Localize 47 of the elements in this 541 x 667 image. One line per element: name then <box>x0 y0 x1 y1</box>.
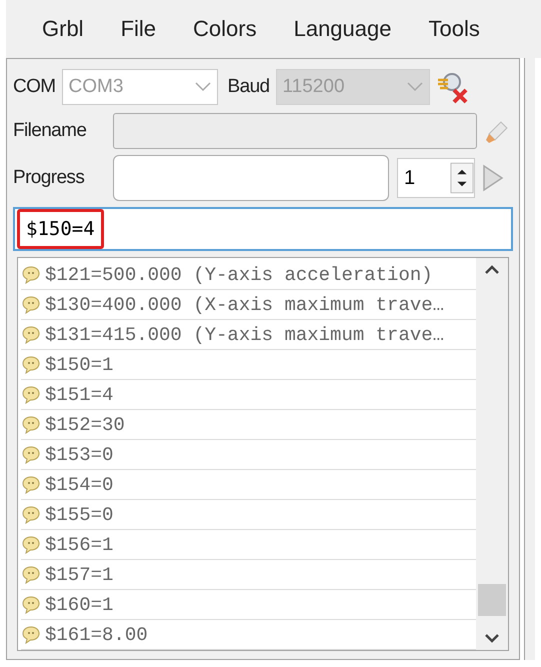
scrollbar-thumb[interactable] <box>478 584 506 616</box>
speech-bubble-icon <box>21 324 41 344</box>
console-line[interactable]: $121=500.000 (Y-axis acceleration) <box>45 264 433 286</box>
speech-bubble-icon <box>21 294 41 314</box>
speech-bubble-icon <box>21 594 41 614</box>
menu-item[interactable]: Language <box>276 16 410 42</box>
command-field[interactable]: $150=4 <box>13 207 513 251</box>
baud-label: Baud <box>228 76 270 98</box>
console-line[interactable]: $153=0 <box>45 444 114 466</box>
console-line[interactable]: $150=1 <box>45 354 114 376</box>
console-line[interactable]: $155=0 <box>45 504 114 526</box>
repeat-spinner[interactable]: 1 <box>397 158 475 198</box>
dropdown-caret-icon[interactable] <box>194 82 211 92</box>
speech-bubble-icon <box>21 564 41 584</box>
scroll-down-icon[interactable] <box>484 634 500 644</box>
console-line[interactable]: $151=4 <box>45 384 114 406</box>
speech-bubble-icon <box>21 534 41 554</box>
filename-label: Filename <box>13 120 88 142</box>
spinner-arrows-icon[interactable] <box>450 161 474 195</box>
console-line[interactable]: $154=0 <box>45 474 114 496</box>
console-line[interactable]: $161=8.00 <box>45 624 148 646</box>
disconnect-icon[interactable] <box>436 70 470 104</box>
menu-item[interactable]: File <box>102 16 176 42</box>
console-line[interactable]: $152=30 <box>45 414 125 436</box>
speech-bubble-icon <box>21 384 41 404</box>
speech-bubble-icon <box>21 444 41 464</box>
console-line[interactable]: $130=400.000 (X-axis maximum trave… <box>45 294 444 316</box>
speech-bubble-icon <box>21 504 41 524</box>
speech-bubble-icon <box>21 354 41 374</box>
menu-item[interactable]: Colors <box>175 16 276 42</box>
com-label: COM <box>13 76 56 98</box>
speech-bubble-icon <box>21 264 41 284</box>
progress-label: Progress <box>13 167 86 189</box>
console-line[interactable]: $131=415.000 (Y-axis maximum trave… <box>45 324 444 346</box>
filename-field[interactable] <box>112 113 478 149</box>
console-line[interactable]: $156=1 <box>45 534 114 556</box>
scrollbar[interactable] <box>476 258 508 650</box>
speech-bubble-icon <box>21 414 41 434</box>
scroll-up-icon[interactable] <box>484 264 500 274</box>
play-icon[interactable] <box>481 163 505 193</box>
speech-bubble-icon <box>21 474 41 494</box>
menu-item[interactable]: Tools <box>410 16 499 42</box>
console-line[interactable]: $157=1 <box>45 564 114 586</box>
console-line[interactable]: $160=1 <box>45 594 114 616</box>
command-text: $150=4 <box>17 209 104 249</box>
menu-item[interactable]: Grbl <box>24 16 103 42</box>
speech-bubble-icon <box>21 624 41 644</box>
